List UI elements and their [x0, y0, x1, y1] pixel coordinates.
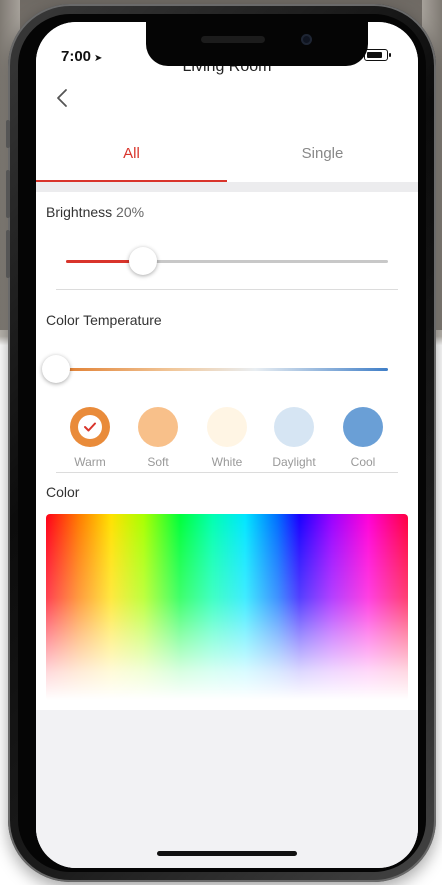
preset-warm[interactable]: Warm — [60, 407, 120, 469]
color-label: Color — [46, 484, 80, 500]
preset-cool-label: Cool — [350, 455, 376, 469]
divider-line — [56, 289, 398, 290]
back-button[interactable] — [48, 84, 76, 112]
preset-daylight[interactable]: Daylight — [264, 407, 324, 469]
preset-white[interactable]: White — [197, 407, 257, 469]
preset-white-swatch — [207, 407, 247, 447]
controls-panel: Brightness 20% Color Temperature Warm So… — [36, 192, 418, 710]
preset-cool[interactable]: Cool — [333, 407, 393, 469]
brightness-label-text: Brightness — [46, 204, 113, 220]
preset-soft-label: Soft — [147, 455, 169, 469]
home-indicator[interactable] — [157, 851, 297, 856]
brightness-track-fill — [66, 260, 131, 263]
preset-daylight-label: Daylight — [272, 455, 316, 469]
preset-white-label: White — [211, 455, 243, 469]
tab-all[interactable]: All — [36, 124, 227, 182]
tab-single[interactable]: Single — [227, 124, 418, 182]
brightness-value: 20% — [116, 204, 145, 220]
chevron-left-icon — [57, 89, 67, 107]
earpiece-speaker — [201, 36, 265, 43]
preset-warm-swatch — [70, 407, 110, 447]
color-temperature-label: Color Temperature — [46, 312, 162, 328]
volume-up-button — [6, 170, 10, 218]
color-spectrum-picker[interactable] — [46, 514, 408, 700]
color-temperature-slider-thumb[interactable] — [42, 355, 70, 383]
front-camera — [301, 34, 312, 45]
preset-soft-swatch — [138, 407, 178, 447]
brightness-label: Brightness 20% — [46, 204, 144, 220]
preset-daylight-swatch — [274, 407, 314, 447]
divider-line — [56, 472, 398, 473]
preset-warm-label: Warm — [74, 455, 106, 469]
brightness-slider-thumb[interactable] — [129, 247, 158, 275]
preset-soft[interactable]: Soft — [128, 407, 188, 469]
tab-bar: All Single — [36, 124, 418, 182]
silent-switch — [6, 120, 10, 148]
section-divider — [36, 182, 418, 192]
color-temperature-track — [56, 368, 388, 371]
notch — [146, 22, 368, 66]
phone-screen: 7:00 ➤ Living Room All Single Brightness… — [36, 22, 418, 868]
volume-down-button — [6, 230, 10, 278]
nav-bar — [36, 72, 418, 124]
checkmark-icon — [78, 415, 102, 439]
empty-area — [36, 710, 418, 868]
preset-cool-swatch — [343, 407, 383, 447]
